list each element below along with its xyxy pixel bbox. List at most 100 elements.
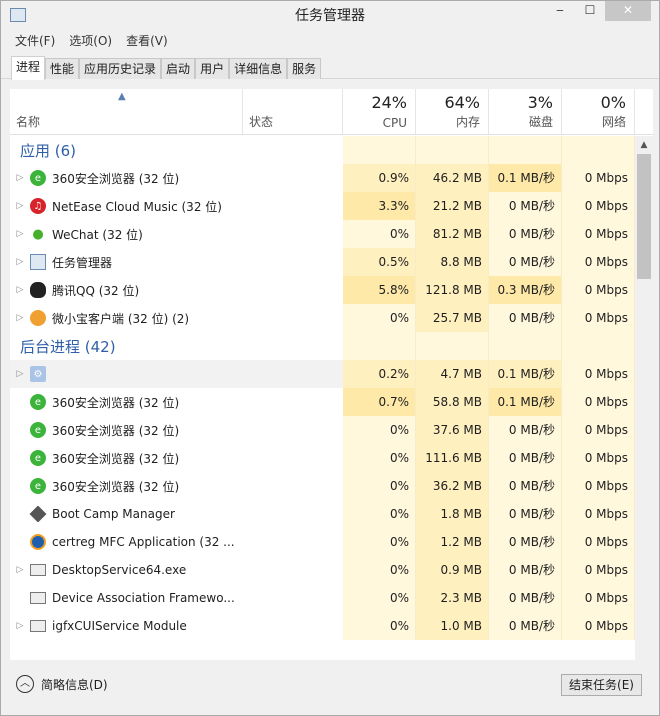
tab-processes[interactable]: 进程 [11,56,46,80]
mem-value: 1.0 MB [416,612,489,640]
table-row[interactable]: ▷ 任务管理器 0.5% 8.8 MB 0 MB/秒 0 Mbps [10,248,635,276]
chevron-up-icon: ︿ [16,675,34,693]
end-task-button[interactable]: 结束任务(E) [561,674,642,696]
expand-arrow-icon[interactable]: ▷ [10,621,30,631]
table-row[interactable]: ▷ igfxCUIService Module 0% 1.0 MB 0 MB/秒 0 … [10,612,635,640]
disk-value: 0 MB/秒 [489,472,562,500]
column-network[interactable]: 0% 网络 [562,89,635,134]
column-status[interactable]: 状态 [243,89,343,134]
mem-value: 4.7 MB [416,360,489,388]
disk-value: 0.1 MB/秒 [489,164,562,192]
e360-icon: e [30,450,46,466]
net-value: 0 Mbps [562,500,635,528]
mem-value: 1.8 MB [416,500,489,528]
expand-arrow-icon[interactable]: ▷ [10,201,30,211]
column-name[interactable]: ▲ 名称 [10,89,243,134]
maximize-button[interactable]: ☐ [575,1,605,21]
tab-app-history[interactable]: 应用历史记录 [79,58,162,79]
cpu-value: 0.5% [343,248,416,276]
empty-cell [343,332,416,360]
table-row[interactable]: Device Association Framewo... 0% 2.3 MB 0 … [10,584,635,612]
net-value: 0 Mbps [562,388,635,416]
table-row[interactable]: ▷ e 360安全浏览器 (32 位) 0.9% 46.2 MB 0.1 MB/秒 0… [10,164,635,192]
netease-icon: ♫ [30,198,46,214]
table-row[interactable]: Boot Camp Manager 0% 1.8 MB 0 MB/秒 0 Mbps [10,500,635,528]
empty-cell [562,136,635,164]
tab-details[interactable]: 详细信息 [229,58,288,79]
mem-value: 111.6 MB [416,444,489,472]
cert-icon [30,534,46,550]
column-cpu[interactable]: 24% CPU [343,89,416,134]
table-row[interactable]: ▷ ⚙ 0.2% 4.7 MB 0.1 MB/秒 0 Mbps [10,360,635,388]
disk-value: 0 MB/秒 [489,584,562,612]
disk-value: 0 MB/秒 [489,248,562,276]
cpu-value: 0.7% [343,388,416,416]
minimize-button[interactable]: ‒ [545,1,575,21]
table-row[interactable]: e 360安全浏览器 (32 位) 0% 36.2 MB 0 MB/秒 0 Mbps [10,472,635,500]
net-value: 0 Mbps [562,220,635,248]
svc-icon [30,592,46,604]
disk-value: 0 MB/秒 [489,192,562,220]
mem-value: 46.2 MB [416,164,489,192]
table-row[interactable]: ▷ 腾讯QQ (32 位) 5.8% 121.8 MB 0.3 MB/秒 0 Mbps [10,276,635,304]
mem-value: 1.2 MB [416,528,489,556]
disk-value: 0 MB/秒 [489,444,562,472]
empty-cell [489,136,562,164]
expand-arrow-icon[interactable]: ▷ [10,565,30,575]
table-row[interactable]: certreg MFC Application (32 ... 0% 1.2 MB… [10,528,635,556]
expand-arrow-icon[interactable]: ▷ [10,369,30,379]
tab-startup[interactable]: 启动 [161,58,196,79]
scrollbar-thumb[interactable] [637,154,651,279]
table-row[interactable]: ▷ ♫ NetEase Cloud Music (32 位) 3.3% 21.2 … [10,192,635,220]
cpu-value: 0% [343,584,416,612]
table-row[interactable]: e 360安全浏览器 (32 位) 0.7% 58.8 MB 0.1 MB/秒 0 M… [10,388,635,416]
tab-services[interactable]: 服务 [287,58,322,79]
expand-arrow-icon[interactable]: ▷ [10,173,30,183]
mem-value: 58.8 MB [416,388,489,416]
table-row[interactable]: e 360安全浏览器 (32 位) 0% 111.6 MB 0 MB/秒 0 Mbps [10,444,635,472]
menu-view[interactable]: 查看(V) [126,31,168,53]
wechat-icon: ● [30,226,46,242]
table-header: ▲ 名称 状态 24% CPU 64% 内存 3% 磁盘 0% 网络 [10,89,653,135]
empty-cell [562,332,635,360]
cpu-value: 0% [343,472,416,500]
table-row[interactable]: e 360安全浏览器 (32 位) 0% 37.6 MB 0 MB/秒 0 Mbps [10,416,635,444]
expand-arrow-icon[interactable]: ▷ [10,285,30,295]
table-row[interactable]: ▷ DesktopService64.exe 0% 0.9 MB 0 MB/秒 0 M… [10,556,635,584]
tab-users[interactable]: 用户 [195,58,230,79]
process-name: WeChat (32 位) [52,227,143,242]
title-bar: 任务管理器 ‒ ☐ ✕ [1,1,659,31]
column-disk[interactable]: 3% 磁盘 [489,89,562,134]
expand-arrow-icon[interactable]: ▷ [10,229,30,239]
column-memory[interactable]: 64% 内存 [416,89,489,134]
fewer-details-button[interactable]: ︿ 简略信息(D) [16,675,108,693]
net-value: 0 Mbps [562,276,635,304]
scroll-up-icon[interactable]: ▲ [635,136,653,154]
disk-value: 0 MB/秒 [489,528,562,556]
cpu-value: 0% [343,500,416,528]
expand-arrow-icon[interactable]: ▷ [10,257,30,267]
expand-arrow-icon[interactable]: ▷ [10,313,30,323]
e360-icon: e [30,170,46,186]
disk-value: 0.3 MB/秒 [489,276,562,304]
empty-cell [416,136,489,164]
e360-icon: e [30,394,46,410]
svc-icon [30,564,46,576]
table-row[interactable]: ▷ 微小宝客户端 (32 位) (2) 0% 25.7 MB 0 MB/秒 0 Mbp… [10,304,635,332]
cpu-value: 0% [343,304,416,332]
net-value: 0 Mbps [562,444,635,472]
process-name: DesktopService64.exe [52,563,187,577]
e360-icon: e [30,478,46,494]
mem-value: 121.8 MB [416,276,489,304]
menu-file[interactable]: 文件(F) [15,31,55,53]
cpu-value: 0% [343,444,416,472]
tab-performance[interactable]: 性能 [45,58,80,79]
table-row[interactable]: ▷ ● WeChat (32 位) 0% 81.2 MB 0 MB/秒 0 Mbps [10,220,635,248]
disk-value: 0 MB/秒 [489,556,562,584]
vertical-scrollbar[interactable]: ▲ [635,136,653,660]
close-button[interactable]: ✕ [605,1,651,21]
cpu-value: 0% [343,416,416,444]
menu-options[interactable]: 选项(O) [69,31,112,53]
table-body: 应用 (6) ▷ e 360安全浏览器 (32 位) 0.9% 46.2 MB 0.… [10,136,635,660]
net-value: 0 Mbps [562,248,635,276]
